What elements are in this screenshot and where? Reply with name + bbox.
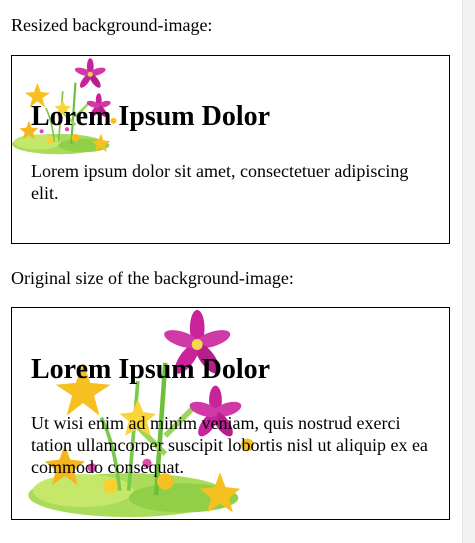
- caption-original: Original size of the background-image:: [11, 268, 294, 288]
- original-section-heading: Lorem Ipsum Dolor: [31, 354, 271, 385]
- original-background-box: Lorem Ipsum Dolor Ut wisi enim ad minim …: [11, 307, 450, 520]
- resized-section-body: Lorem ipsum dolor sit amet, consectetuer…: [31, 161, 409, 203]
- scrollbar-track[interactable]: [462, 0, 475, 543]
- original-section-body: Ut wisi enim ad minim veniam, quis nostr…: [31, 413, 428, 477]
- caption-resized: Resized background-image:: [11, 15, 213, 35]
- resized-section-heading: Lorem Ipsum Dolor: [31, 101, 271, 132]
- resized-background-box: Lorem Ipsum Dolor Lorem ipsum dolor sit …: [11, 55, 450, 244]
